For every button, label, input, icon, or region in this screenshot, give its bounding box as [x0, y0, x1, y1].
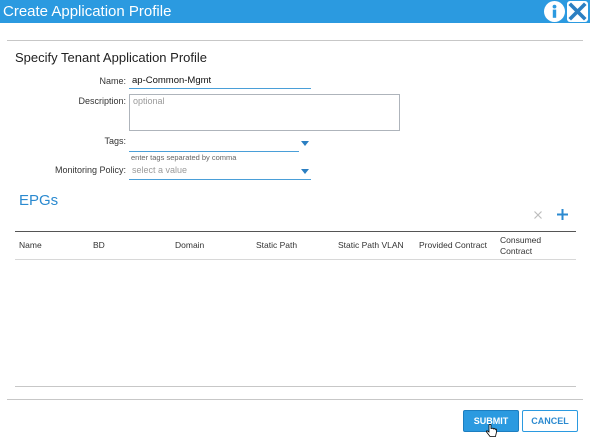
monitoring-policy-label: Monitoring Policy:	[54, 165, 126, 175]
top-divider	[7, 40, 583, 41]
tags-input[interactable]	[129, 151, 299, 152]
close-button[interactable]	[567, 1, 588, 22]
description-label: Description:	[78, 96, 126, 106]
monitoring-policy-caret-icon[interactable]	[301, 169, 309, 174]
dialog-title: Create Application Profile	[3, 3, 172, 20]
name-input[interactable]	[129, 88, 311, 89]
dialog-titlebar: Create Application Profile	[0, 0, 590, 23]
tags-dropdown-caret-icon[interactable]	[301, 141, 309, 146]
name-input-value[interactable]: ap-Common-Mgmt	[132, 75, 211, 86]
epgs-title: EPGs	[19, 192, 59, 209]
table-bottom-border	[15, 386, 576, 387]
table-header-bottom-border	[15, 259, 576, 260]
description-textarea[interactable]: optional	[129, 94, 400, 131]
x-icon[interactable]	[533, 210, 543, 220]
column-header-static-path-vlan[interactable]: Static Path VLAN	[338, 240, 404, 251]
cancel-button[interactable]: CANCEL	[522, 410, 578, 432]
table-header-top-border	[15, 231, 576, 232]
close-icon	[568, 2, 587, 21]
column-header-name[interactable]: Name	[19, 240, 42, 251]
footer-divider	[7, 399, 583, 400]
create-application-profile-dialog: Create Application Profile Specify Tenan…	[0, 0, 590, 439]
section-title: Specify Tenant Application Profile	[15, 50, 207, 65]
description-placeholder: optional	[133, 96, 165, 106]
column-header-provided-contract[interactable]: Provided Contract	[419, 240, 487, 251]
tags-hint: enter tags separated by comma	[131, 153, 237, 162]
plus-icon[interactable]	[556, 208, 569, 221]
column-header-domain[interactable]: Domain	[175, 240, 204, 251]
column-header-consumed-contract[interactable]: Consumed Contract	[500, 235, 560, 257]
info-icon	[544, 1, 565, 22]
monitoring-policy-select[interactable]	[129, 179, 311, 180]
column-header-bd[interactable]: BD	[93, 240, 105, 251]
monitoring-policy-placeholder[interactable]: select a value	[132, 165, 187, 175]
name-label: Name:	[99, 76, 126, 86]
column-header-static-path[interactable]: Static Path	[256, 240, 297, 251]
info-button[interactable]	[544, 1, 565, 22]
tags-label: Tags:	[104, 136, 126, 146]
hand-cursor-icon	[486, 424, 497, 437]
